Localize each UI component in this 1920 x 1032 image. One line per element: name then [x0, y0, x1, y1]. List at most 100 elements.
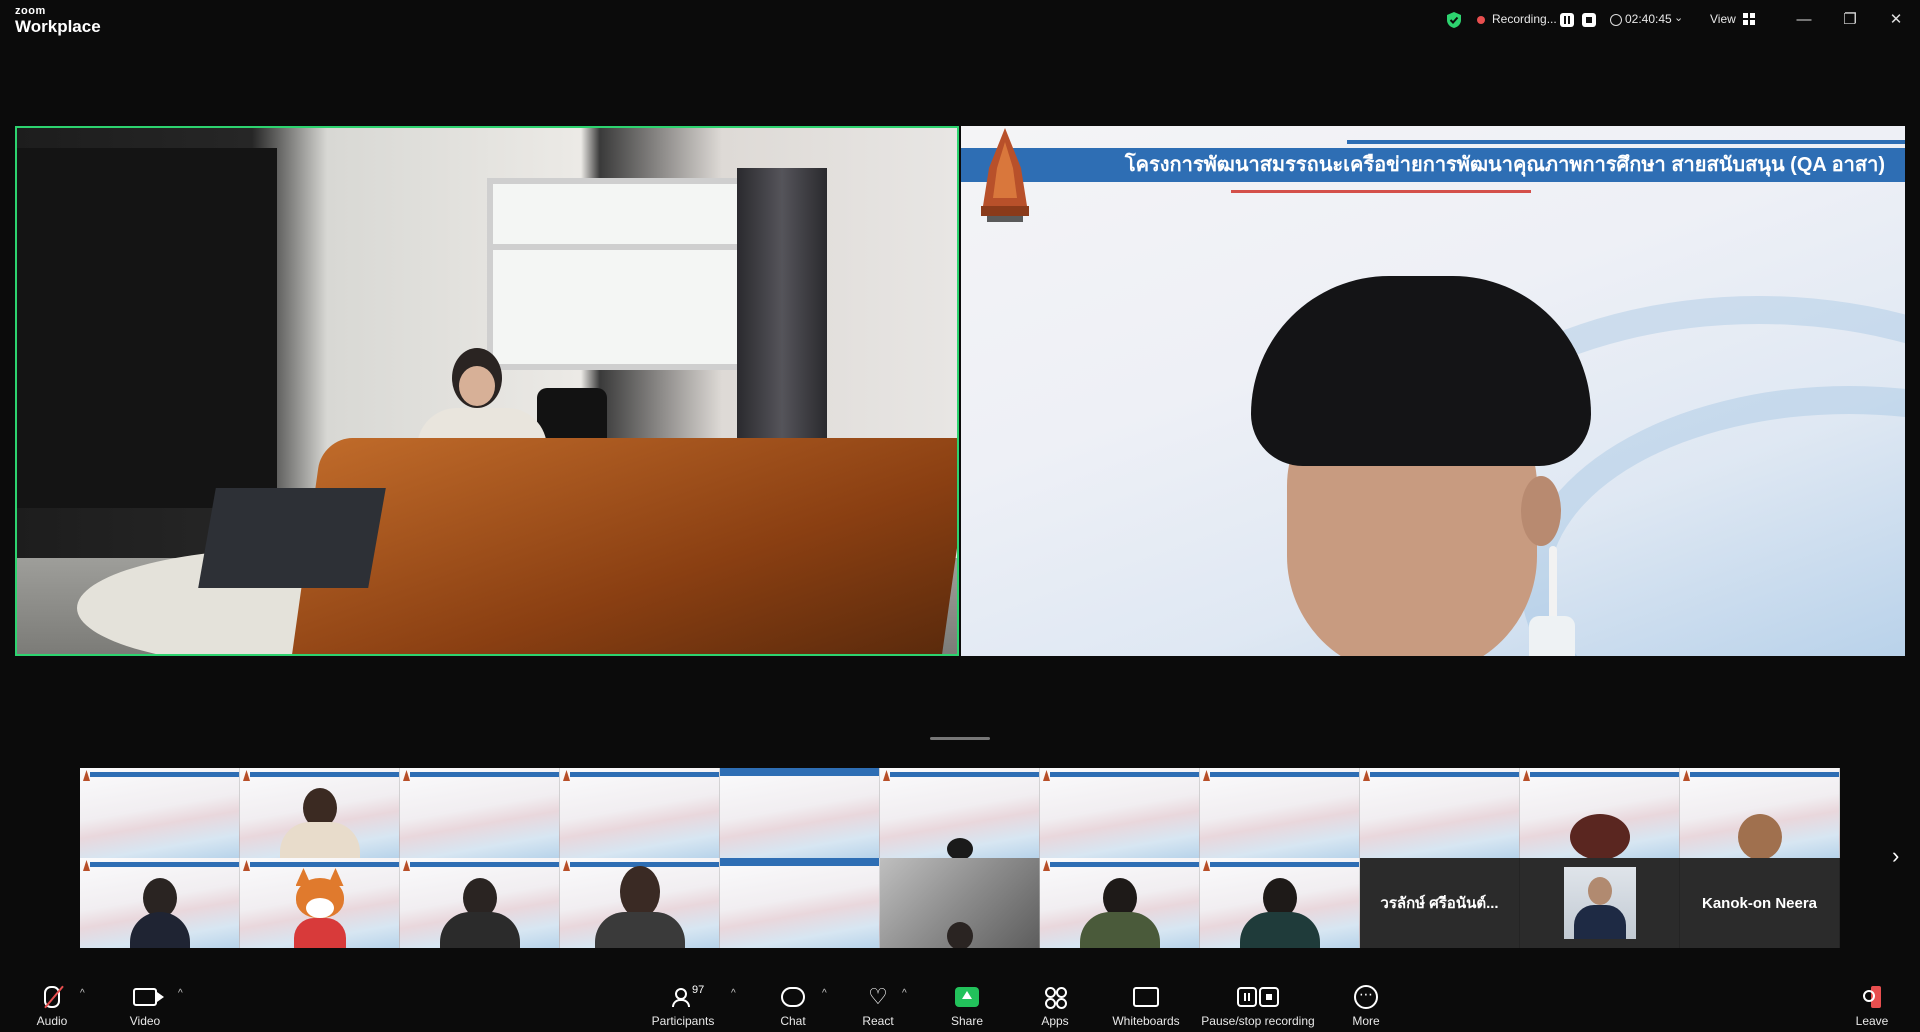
- gallery-tile[interactable]: [880, 858, 1040, 948]
- security-shield-icon[interactable]: [1446, 12, 1462, 28]
- more-dots-icon: ⋯: [1354, 985, 1378, 1009]
- video-tile-participant[interactable]: โครงการพัฒนาสมรรถนะเครือข่ายการพัฒนาคุณภ…: [961, 126, 1905, 656]
- gallery-tile[interactable]: [720, 858, 880, 948]
- gallery-tile[interactable]: [240, 768, 400, 858]
- gallery-tile[interactable]: [1040, 768, 1200, 858]
- participants-label: Participants: [651, 1014, 715, 1028]
- microphone-muted-icon: [44, 985, 64, 1009]
- gallery-strip: วรลักษ์ ศรีอนันต์... Kanok-on Neera: [80, 768, 1840, 948]
- gallery-tile[interactable]: [720, 768, 880, 858]
- gallery-tile[interactable]: [1200, 768, 1360, 858]
- video-button[interactable]: Video: [120, 970, 170, 1032]
- participant-person: [920, 922, 1000, 948]
- gallery-tile[interactable]: [1680, 768, 1840, 858]
- participant-person: [1720, 814, 1800, 858]
- whiteboards-label: Whiteboards: [1112, 1014, 1180, 1028]
- gallery-tile[interactable]: [80, 768, 240, 858]
- office-window: [487, 178, 749, 370]
- minimize-button[interactable]: —: [1792, 8, 1816, 32]
- chevron-down-icon[interactable]: ⌄: [1674, 11, 1683, 24]
- participants-icon: 97: [672, 984, 704, 1007]
- university-emblem-icon: [981, 128, 1029, 222]
- gallery-tile[interactable]: [400, 858, 560, 948]
- gallery-tile[interactable]: [1040, 858, 1200, 948]
- react-button[interactable]: ♡ React: [856, 970, 900, 1032]
- gallery-tile[interactable]: [1200, 858, 1360, 948]
- logo-zoom-text: zoom: [15, 5, 46, 17]
- audio-options-caret-icon[interactable]: ^: [80, 988, 85, 999]
- gallery-tile[interactable]: [80, 858, 240, 948]
- heart-icon: ♡: [868, 984, 888, 1009]
- close-button[interactable]: ✕: [1884, 8, 1908, 32]
- participant-person: [439, 878, 520, 948]
- gallery-tile[interactable]: [240, 858, 400, 948]
- more-button[interactable]: ⋯ More: [1346, 970, 1386, 1032]
- participant-name: Kanok-on Neera: [1701, 894, 1818, 912]
- gallery-tile[interactable]: [1360, 768, 1520, 858]
- stop-recording-icon[interactable]: [1582, 13, 1596, 27]
- participant-person: [1231, 276, 1591, 656]
- pause-stop-recording-icon: [1237, 987, 1279, 1007]
- gallery-tile[interactable]: [400, 768, 560, 858]
- chat-options-caret-icon[interactable]: ^: [822, 988, 827, 999]
- participants-button[interactable]: 97 Participants: [648, 970, 718, 1032]
- participants-count: 97: [692, 984, 705, 996]
- gallery-name-tile[interactable]: วรลักษ์ ศรีอนันต์...: [1360, 858, 1520, 948]
- participant-name: วรลักษ์ ศรีอนันต์...: [1380, 895, 1499, 912]
- react-label: React: [862, 1014, 894, 1028]
- gallery-tile[interactable]: [1520, 768, 1680, 858]
- office-cabinet: [17, 148, 277, 508]
- chat-button[interactable]: Chat: [772, 970, 814, 1032]
- camera-icon: [133, 988, 164, 1006]
- share-button[interactable]: Share: [946, 970, 988, 1032]
- recording-dot-icon: [1477, 16, 1485, 24]
- participant-person: [1239, 878, 1320, 948]
- slide-title: โครงการพัฒนาสมรรถนะเครือข่ายการพัฒนาคุณภ…: [1124, 154, 1885, 176]
- pause-stop-recording-button[interactable]: Pause/stop recording: [1198, 970, 1318, 1032]
- leave-door-icon: [1861, 986, 1883, 1008]
- gallery-tile[interactable]: [560, 858, 720, 948]
- react-options-caret-icon[interactable]: ^: [902, 988, 907, 999]
- recording-status: Recording...: [1492, 12, 1557, 26]
- video-tile-active-speaker[interactable]: [15, 126, 959, 656]
- clock-icon: [1610, 14, 1622, 26]
- office-desk: [291, 438, 957, 654]
- participant-person: [1560, 814, 1640, 858]
- meeting-toolbar: Audio ^ Video ^ 97 Participants ^ Chat ^…: [0, 970, 1920, 1032]
- view-button[interactable]: View: [1710, 12, 1736, 26]
- audio-button[interactable]: Audio: [28, 970, 76, 1032]
- video-options-caret-icon[interactable]: ^: [178, 988, 183, 999]
- whiteboards-button[interactable]: Whiteboards: [1108, 970, 1184, 1032]
- leave-button[interactable]: Leave: [1852, 970, 1892, 1032]
- apps-button[interactable]: Apps: [1036, 970, 1074, 1032]
- more-label: More: [1352, 1014, 1380, 1028]
- leave-label: Leave: [1855, 1014, 1889, 1028]
- whiteboard-icon: [1133, 987, 1159, 1007]
- gallery-avatar-tile[interactable]: [1520, 858, 1680, 948]
- fox-avatar-icon: [290, 868, 350, 948]
- resize-handle[interactable]: [930, 737, 990, 740]
- pause-stop-recording-label: Pause/stop recording: [1201, 1014, 1315, 1028]
- participant-person: [279, 788, 360, 858]
- slide-top-line: [1347, 140, 1905, 144]
- apps-label: Apps: [1041, 1014, 1069, 1028]
- chevron-right-icon[interactable]: ›: [1892, 843, 1899, 869]
- gallery-tile[interactable]: [560, 768, 720, 858]
- restore-button[interactable]: ❐: [1838, 8, 1862, 32]
- gallery-name-tile[interactable]: Kanok-on Neera: [1680, 858, 1840, 948]
- apps-icon: [1045, 987, 1067, 1009]
- audio-label: Audio: [36, 1014, 68, 1028]
- video-label: Video: [129, 1014, 161, 1028]
- meeting-timer[interactable]: 02:40:45: [1625, 12, 1672, 26]
- gallery-tile[interactable]: [880, 768, 1040, 858]
- slide-accent-line: [1231, 190, 1531, 193]
- title-bar: zoom Workplace Recording... 02:40:45 ⌄ V…: [0, 0, 1920, 44]
- participant-person: [920, 838, 1000, 858]
- face-mask: [1529, 616, 1575, 656]
- avatar: [1563, 867, 1636, 939]
- grid-view-icon[interactable]: [1743, 13, 1755, 25]
- chat-label: Chat: [780, 1014, 806, 1028]
- participants-options-caret-icon[interactable]: ^: [731, 988, 736, 999]
- zoom-logo: zoom Workplace: [15, 5, 101, 36]
- pause-recording-icon[interactable]: [1560, 13, 1574, 27]
